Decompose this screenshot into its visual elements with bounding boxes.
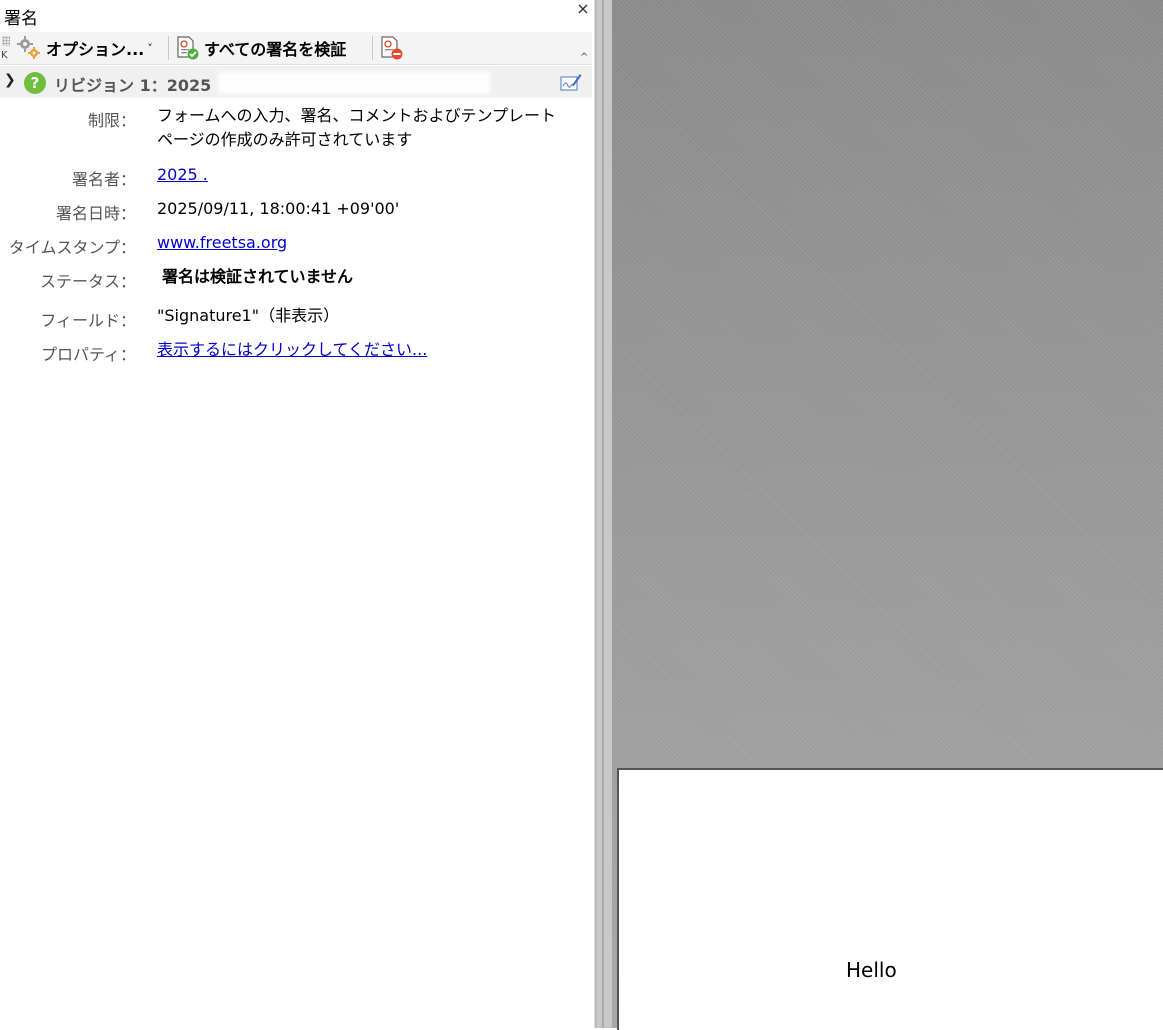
collapse-toolbar-icon[interactable]: K: [1, 50, 8, 61]
revision-label: リビジョン 1：2025: [54, 76, 212, 95]
unknown-status-icon: ?: [24, 72, 46, 94]
collapse-revision-icon[interactable]: ❯: [4, 72, 16, 88]
restriction-value: フォームへの入力、署名、コメントおよびテンプレートページの作成のみ許可されていま…: [157, 106, 557, 149]
remove-signature-icon: [381, 36, 403, 60]
field-label: フィールド：: [40, 311, 136, 330]
field-value: "Signature1"（非表示）: [157, 306, 340, 325]
verify-all-signatures-button[interactable]: すべての署名を検証: [174, 34, 346, 62]
verify-signature-icon: [177, 36, 199, 60]
chevron-down-icon: ˅: [147, 41, 153, 55]
signed-time-label: 署名日時：: [55, 204, 136, 223]
signed-time-value: 2025/09/11, 18:00:41 +09'00': [157, 199, 400, 218]
status-label: ステータス：: [39, 272, 136, 291]
signature-pen-icon[interactable]: [560, 72, 582, 92]
close-panel-button[interactable]: ×: [574, 0, 592, 18]
properties-link[interactable]: 表示するにはクリックしてください...: [157, 338, 427, 362]
clear-signature-button[interactable]: [378, 34, 404, 62]
signature-toolbar: K オプション... ˅ すべての署名を検証 ^: [0, 32, 592, 65]
timestamp-label: タイムスタンプ：: [8, 238, 136, 257]
document-page[interactable]: [617, 768, 1163, 1030]
options-label: オプション...: [46, 40, 145, 59]
verify-all-label: すべての署名を検証: [204, 40, 347, 59]
page-text: Hello: [846, 958, 897, 982]
properties-label: プロパティ：: [40, 345, 136, 364]
panel-splitter[interactable]: [594, 0, 613, 1028]
signer-label: 署名者：: [71, 170, 136, 189]
timestamp-link[interactable]: www.freetsa.org: [157, 231, 287, 255]
restriction-label: 制限：: [87, 111, 136, 130]
toolbar-separator: [168, 36, 169, 60]
chevron-up-icon[interactable]: ^: [580, 52, 588, 63]
status-value: 署名は検証されていません: [162, 267, 354, 286]
toolbar-separator: [372, 36, 373, 60]
signature-panel: 署名 × K オプション... ˅ すべての署名を検証 ^ ❯ ? リビジョン …: [0, 0, 594, 1028]
redacted-area: [218, 72, 490, 94]
panel-title: 署名: [4, 9, 38, 29]
signer-link[interactable]: 2025 .: [157, 163, 208, 187]
toolbar-grip[interactable]: K: [0, 34, 12, 62]
options-dropdown-button[interactable]: オプション... ˅: [16, 34, 153, 62]
gear-icon: [17, 36, 40, 59]
